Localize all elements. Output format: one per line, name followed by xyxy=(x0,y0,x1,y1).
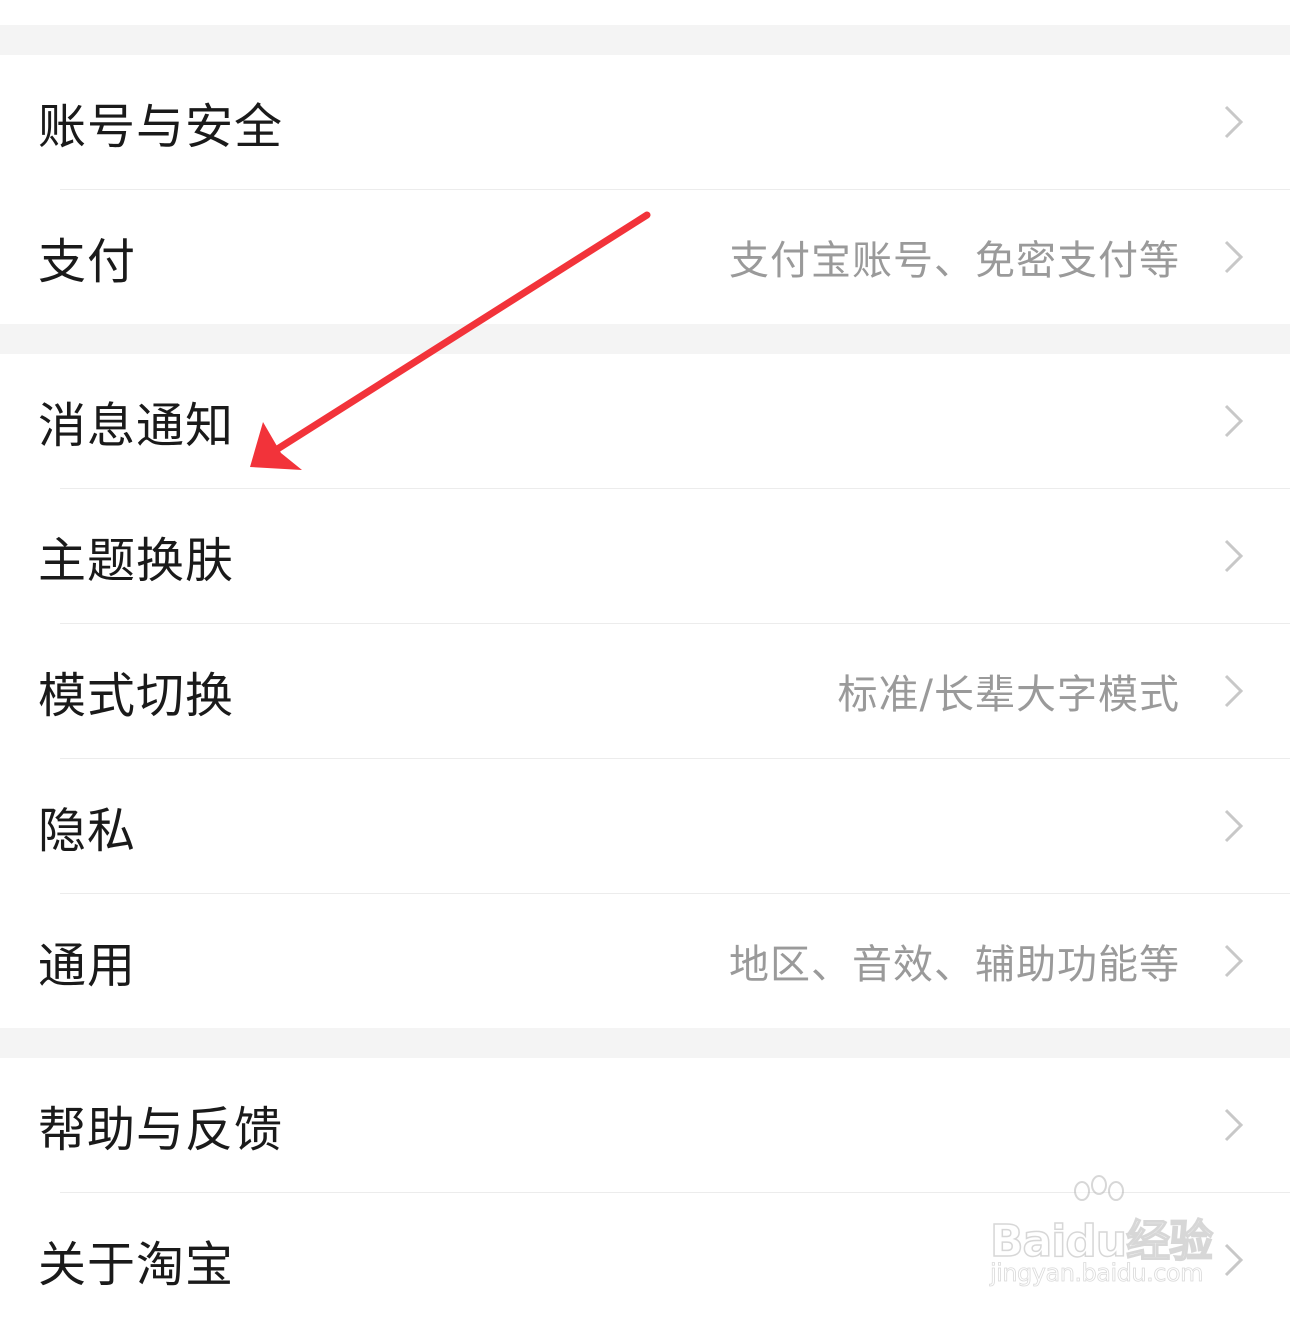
chevron-right-icon xyxy=(1208,530,1260,582)
row-label: 账号与安全 xyxy=(38,99,284,155)
chevron-right-icon xyxy=(1208,665,1260,717)
settings-row-about[interactable]: 关于淘宝 xyxy=(38,1192,1290,1327)
chevron-right-icon xyxy=(1208,96,1260,148)
row-value: 标准/长辈大字模式 xyxy=(837,672,1180,718)
chevron-right-icon xyxy=(1208,800,1260,852)
settings-group-about: 帮助与反馈 关于淘宝 xyxy=(0,1058,1290,1327)
settings-row-payment[interactable]: 支付 支付宝账号、免密支付等 xyxy=(38,189,1290,324)
settings-group-preferences: 消息通知 主题换肤 模式切换 标准/长辈大字模式 隐私 通用 地区、音效、辅助功… xyxy=(0,354,1290,1028)
chevron-right-icon xyxy=(1208,1234,1260,1286)
row-label: 帮助与反馈 xyxy=(38,1102,284,1158)
chevron-right-icon xyxy=(1208,1099,1260,1151)
row-value: 地区、音效、辅助功能等 xyxy=(729,942,1180,988)
chevron-right-icon xyxy=(1208,231,1260,283)
top-section-gap xyxy=(0,25,1290,55)
chevron-right-icon xyxy=(1208,935,1260,987)
row-label: 主题换肤 xyxy=(38,533,235,589)
settings-row-account-security[interactable]: 账号与安全 xyxy=(0,55,1290,189)
row-label: 隐私 xyxy=(38,803,137,859)
settings-row-privacy[interactable]: 隐私 xyxy=(38,758,1290,893)
section-gap xyxy=(0,324,1290,354)
settings-row-general[interactable]: 通用 地区、音效、辅助功能等 xyxy=(38,893,1290,1028)
settings-group-account: 账号与安全 支付 支付宝账号、免密支付等 xyxy=(0,55,1290,324)
section-gap xyxy=(0,1028,1290,1058)
row-value: 支付宝账号、免密支付等 xyxy=(729,238,1180,284)
row-label: 消息通知 xyxy=(38,398,235,454)
row-label: 支付 xyxy=(38,234,137,290)
row-label: 关于淘宝 xyxy=(38,1237,235,1293)
row-label: 模式切换 xyxy=(38,668,235,724)
chevron-right-icon xyxy=(1208,395,1260,447)
settings-row-help-feedback[interactable]: 帮助与反馈 xyxy=(0,1058,1290,1192)
settings-row-notifications[interactable]: 消息通知 xyxy=(0,354,1290,488)
settings-row-theme[interactable]: 主题换肤 xyxy=(38,488,1290,623)
row-label: 通用 xyxy=(38,938,137,994)
settings-row-mode-switch[interactable]: 模式切换 标准/长辈大字模式 xyxy=(38,623,1290,758)
